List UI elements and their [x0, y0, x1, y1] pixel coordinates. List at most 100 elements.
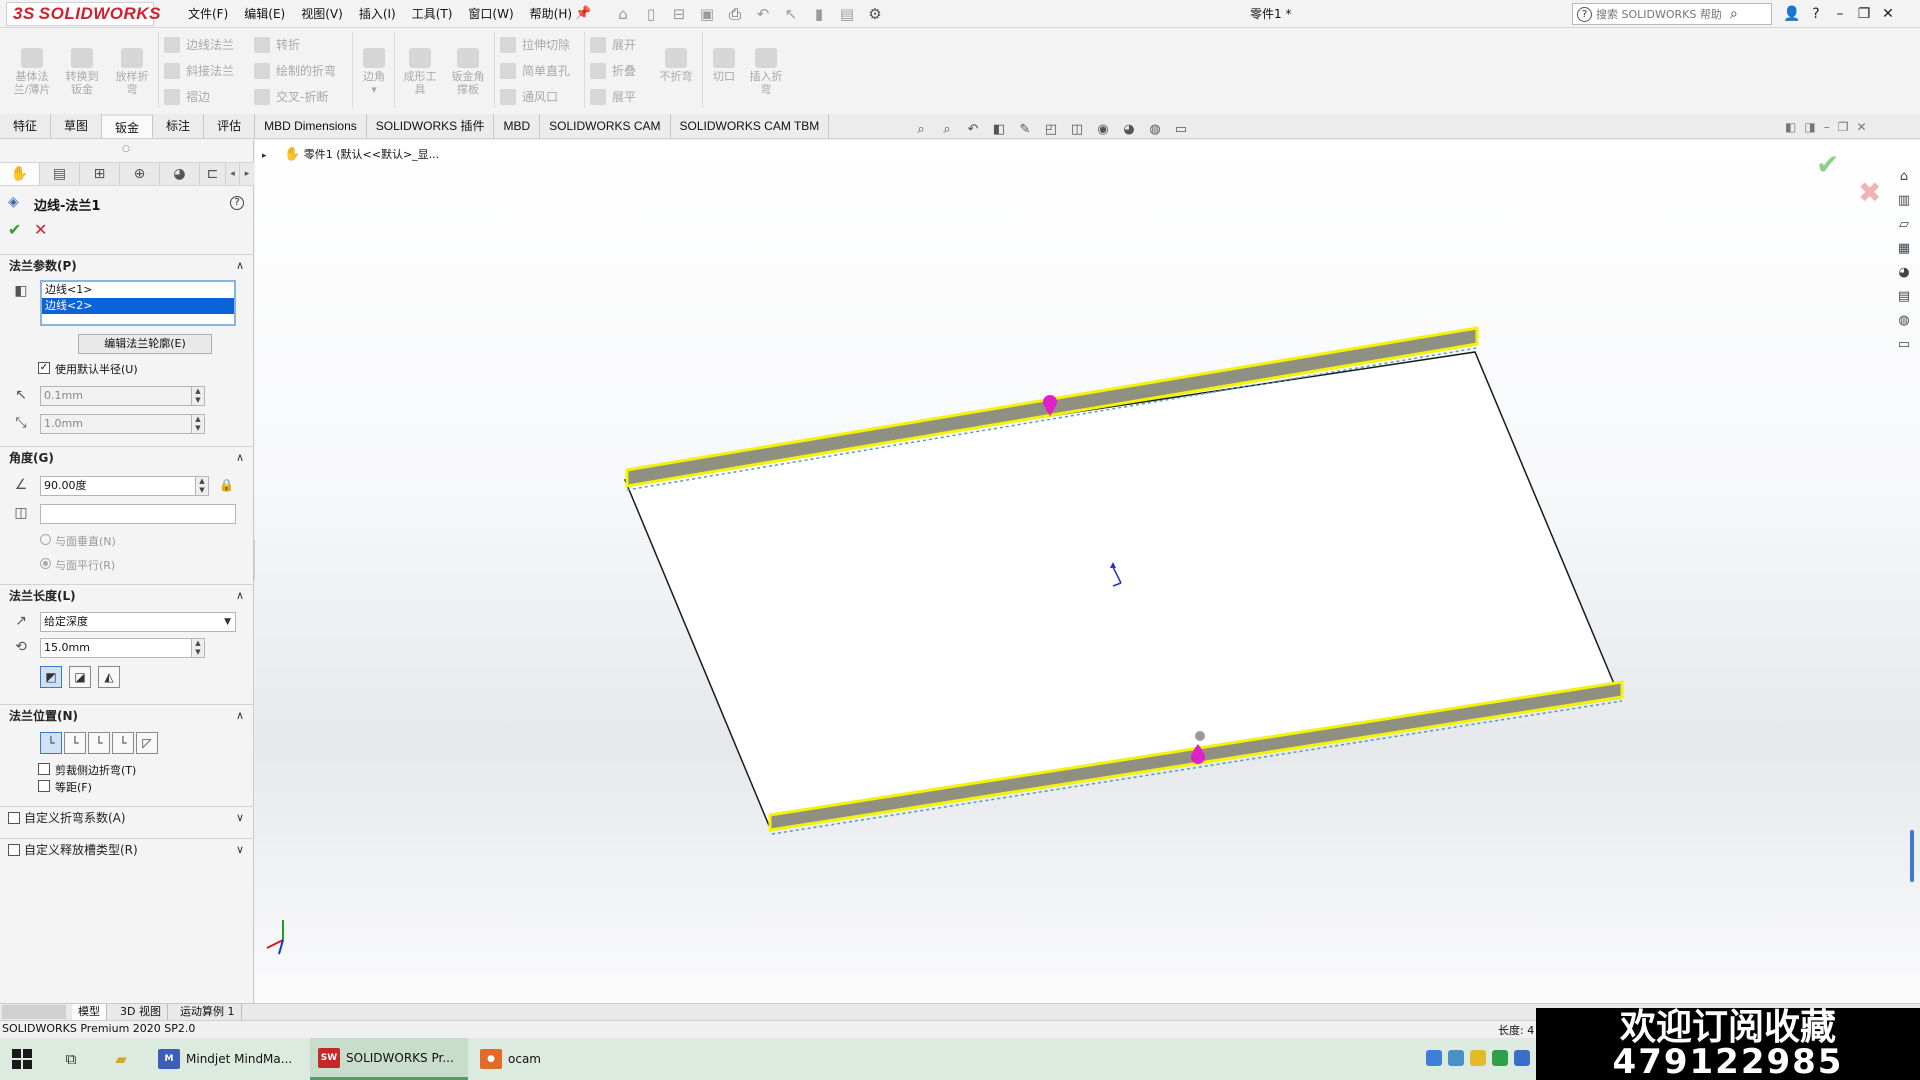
task-view-icon[interactable]: ⧉ [60, 1048, 82, 1070]
help-button[interactable]: ? [1804, 0, 1828, 28]
user-icon[interactable]: 👤 [1780, 0, 1804, 28]
jog-button[interactable]: 转折 [254, 34, 300, 56]
edge-selection-list[interactable]: 边线<1> 边线<2> [40, 280, 236, 326]
search-icon[interactable]: ⌕ [1730, 6, 1738, 22]
chevron-up-icon[interactable]: ∧ [236, 705, 244, 727]
more-tabs-icon[interactable]: ⊏ [200, 163, 226, 185]
options-gear-icon[interactable]: ⚙ [864, 3, 886, 25]
menu-window[interactable]: 窗口(W) [460, 0, 521, 28]
feature-manager-tab-icon[interactable]: ✋ [0, 163, 40, 185]
extruded-cut-button[interactable]: 拉伸切除 [500, 34, 570, 56]
dynamic-annotation-icon[interactable]: ✎ [1014, 120, 1036, 140]
menu-insert[interactable]: 插入(I) [351, 0, 404, 28]
minimize-button[interactable]: – [1828, 0, 1852, 28]
file-explorer-icon[interactable]: ▰ [110, 1048, 132, 1070]
custom-relief-type-checkbox[interactable] [8, 844, 20, 856]
restore-button[interactable]: ❐ [1852, 0, 1876, 28]
tab-sketch[interactable]: 草图 [51, 114, 103, 138]
gap-distance-spinner[interactable]: ▲ ▼ [191, 414, 205, 434]
chevron-down-icon[interactable]: ∨ [236, 807, 244, 829]
file-properties-icon[interactable]: ▤ [836, 3, 858, 25]
virtual-sharp-icon[interactable]: └ [112, 732, 134, 754]
tray-folder-icon[interactable] [1470, 1050, 1486, 1066]
close-button[interactable]: ✕ [1876, 0, 1900, 28]
flange-angle-input[interactable]: 90.00度 [40, 476, 196, 496]
minimize-icon[interactable]: – [1824, 120, 1830, 134]
close-icon[interactable]: ✕ [1856, 120, 1866, 134]
menu-view[interactable]: 视图(V) [293, 0, 351, 28]
expand-arrow-icon[interactable]: ▸ [262, 151, 267, 161]
edge-flange-button[interactable]: 边线法兰 [164, 34, 234, 56]
hide-show-items-icon[interactable]: ◉ [1092, 120, 1114, 140]
panel-collapse-handle[interactable]: ○ [122, 144, 130, 154]
lofted-bend-button[interactable]: 放样折弯 [110, 48, 154, 96]
menu-edit[interactable]: 编辑(E) [236, 0, 293, 28]
base-flange-button[interactable]: 基体法 兰/薄片 [10, 48, 54, 96]
edit-appearance-icon[interactable]: ◕ [1118, 120, 1140, 140]
tab-solidworks-addins[interactable]: SOLIDWORKS 插件 [366, 114, 495, 138]
flange-angle-spinner[interactable]: ▲ ▼ [195, 476, 209, 496]
convert-to-sheet-metal-button[interactable]: 转换到 钣金 [60, 48, 104, 96]
rebuild-icon[interactable]: ▮ [808, 3, 830, 25]
bend-radius-input[interactable]: 0.1mm [40, 386, 192, 406]
section-view-icon[interactable]: ◧ [988, 120, 1010, 140]
tab-model[interactable]: 模型 [72, 1004, 107, 1020]
configuration-manager-tab-icon[interactable]: ⊞ [80, 163, 120, 185]
custom-bend-allowance-header[interactable]: 自定义折弯系数(A) ∨ [0, 806, 254, 828]
custom-properties-icon[interactable]: ▤ [1894, 288, 1914, 306]
model-view-svg[interactable] [255, 140, 1920, 1004]
cancel-button[interactable]: ✕ [34, 220, 47, 239]
dimxpert-manager-tab-icon[interactable]: ⊕ [120, 163, 160, 185]
windows-start-icon[interactable] [12, 1049, 32, 1069]
property-manager-tab-icon[interactable]: ▤ [40, 163, 80, 185]
confirmation-ok-icon[interactable]: ✔ [1816, 148, 1839, 181]
home-icon[interactable]: ⌂ [612, 3, 634, 25]
direction-handle[interactable] [1195, 731, 1205, 741]
gap-distance-input[interactable]: 1.0mm [40, 414, 192, 434]
tab-sheet-metal[interactable]: 钣金 [102, 114, 154, 138]
chevron-down-icon[interactable]: ∨ [236, 839, 244, 861]
display-style-icon[interactable]: ◫ [1066, 120, 1088, 140]
tab-mbd[interactable]: MBD [494, 114, 541, 138]
rip-button[interactable]: 切口 [706, 48, 742, 83]
graphics-area[interactable] [255, 140, 1920, 1004]
bend-radius-spinner[interactable]: ▲ ▼ [191, 386, 205, 406]
zoom-to-area-icon[interactable]: ⌕ [936, 120, 958, 140]
appearances-icon[interactable]: ◕ [1894, 264, 1914, 282]
tab-features[interactable]: 特征 [0, 114, 52, 138]
chevron-up-icon[interactable]: ∧ [236, 255, 244, 277]
sheet-metal-gusset-button[interactable]: 钣金角 撑板 [446, 48, 490, 96]
flange-position-header[interactable]: 法兰位置(N) ∧ [0, 704, 254, 726]
tab-scroll-right-icon[interactable]: ▸ [240, 163, 254, 185]
menu-file[interactable]: 文件(F) [180, 0, 236, 28]
custom-relief-type-header[interactable]: 自定义释放槽类型(R) ∨ [0, 838, 254, 860]
angle-header[interactable]: 角度(G) ∧ [0, 446, 254, 468]
length-end-condition-select[interactable]: 给定深度 ▼ [40, 612, 236, 632]
chevron-up-icon[interactable]: ∧ [236, 447, 244, 469]
no-bends-button[interactable]: 不折弯 [654, 48, 698, 83]
edit-flange-profile-button[interactable]: 编辑法兰轮廓(E) [78, 334, 212, 354]
new-file-icon[interactable]: ▯ [640, 3, 662, 25]
taskbar-solidworks[interactable]: SW SOLIDWORKS Pr... [310, 1038, 468, 1080]
collaboration-icon[interactable]: ▭ [1894, 336, 1914, 354]
help-circle-icon[interactable]: ? [1577, 6, 1592, 22]
tab-scroll-left-icon[interactable]: ◂ [226, 163, 240, 185]
file-explorer-icon[interactable]: ▱ [1894, 216, 1914, 234]
view-orientation-icon[interactable]: ◰ [1040, 120, 1062, 140]
insert-bends-button[interactable]: 插入折弯 [744, 48, 788, 96]
inner-virtual-sharp-icon[interactable]: ◪ [69, 666, 91, 688]
taskbar-ocam[interactable]: ● ocam [472, 1038, 562, 1080]
reference-face-input[interactable] [40, 504, 236, 524]
tab-evaluate[interactable]: 评估 [204, 114, 256, 138]
unfold-button[interactable]: 展开 [590, 34, 636, 56]
tangent-to-bend-icon[interactable]: ◸ [136, 732, 158, 754]
tray-update-icon[interactable] [1514, 1050, 1530, 1066]
tab-solidworks-cam-tbm[interactable]: SOLIDWORKS CAM TBM [670, 114, 830, 138]
base-plate[interactable] [623, 351, 1622, 829]
tile-left-icon[interactable]: ◧ [1785, 120, 1796, 134]
view-palette-icon[interactable]: ▦ [1894, 240, 1914, 258]
fold-button[interactable]: 折叠 [590, 60, 636, 82]
corners-button[interactable]: 边角 ▾ [356, 48, 392, 96]
solidworks-resources-icon[interactable]: ⌂ [1894, 168, 1914, 186]
top-flange-drag-handle[interactable] [1043, 395, 1057, 409]
